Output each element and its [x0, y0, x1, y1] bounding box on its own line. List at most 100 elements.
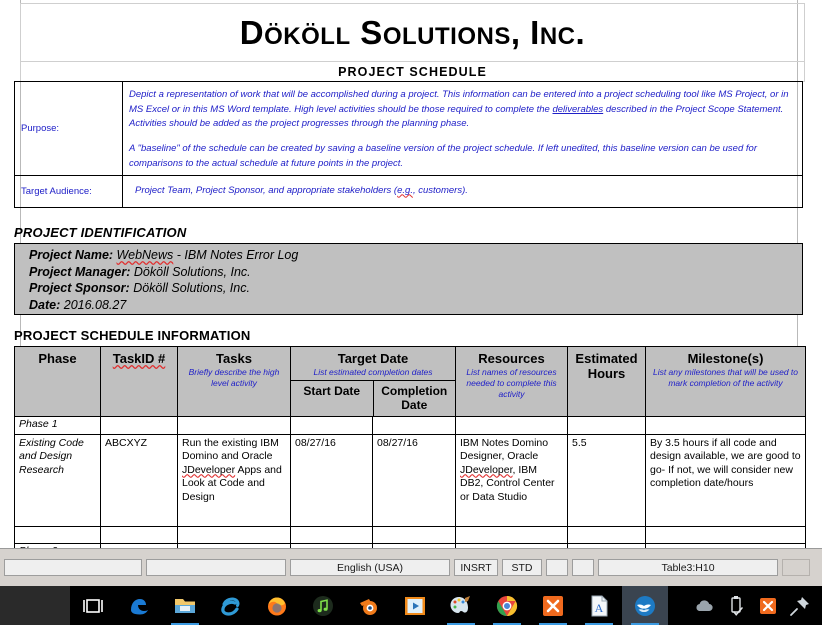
table-row-blank: [14, 525, 806, 544]
audience-part-a: Project Team, Project Sponsor, and appro…: [135, 184, 398, 196]
cell-phase1-tasks[interactable]: [177, 416, 291, 435]
cell-milestones[interactable]: By 3.5 hours if all code and design avai…: [645, 433, 806, 527]
col-title-tasks: Tasks: [216, 351, 252, 366]
play-glyph: [405, 596, 425, 615]
project-schedule-table: Phase TaskID # Tasks Briefly describe th…: [14, 346, 806, 548]
cell-resources-misspelled: JDeveloper: [460, 463, 513, 476]
cell-blank-start-date[interactable]: [290, 525, 373, 544]
openoffice-icon[interactable]: [622, 586, 668, 625]
identification-label-date: Date:: [29, 297, 61, 312]
col-title-completion-date: Completion Date: [381, 384, 448, 412]
col-header-milestones: Milestone(s) List any milestones that wi…: [645, 346, 806, 417]
project-identification-box: Project Name: WebNews - IBM Notes Error …: [14, 243, 803, 315]
status-selection-mode[interactable]: STD: [502, 559, 542, 576]
cell-blank-resources[interactable]: [455, 525, 568, 544]
xampp-icon[interactable]: [530, 586, 576, 625]
cell-taskid[interactable]: ABCXYZ: [100, 433, 178, 527]
identification-value-manager: Dököll Solutions, Inc.: [130, 264, 251, 279]
target-audience-row: Target Audience: Project Team, Project S…: [14, 174, 803, 208]
company-title-cell: DÖKÖLL SOLUTIONS, INC.: [20, 3, 805, 62]
col-header-resources: Resources List names of resources needed…: [455, 346, 568, 417]
cell-tasks-misspelled: JDeveloper: [182, 463, 236, 476]
task-view-icon[interactable]: [70, 586, 116, 625]
cell-completion-date[interactable]: 08/27/16: [372, 433, 456, 527]
table-row-data: Existing Code and Design Research ABCXYZ…: [14, 433, 806, 527]
cell-phase1-hours[interactable]: [567, 416, 646, 435]
xampp-tray-icon[interactable]: [752, 586, 784, 625]
openoffice-gull-glyph: [635, 595, 655, 616]
status-insert-mode[interactable]: INSRT: [454, 559, 498, 576]
internet-explorer-icon[interactable]: [208, 586, 254, 625]
firefox-icon[interactable]: [254, 586, 300, 625]
cell-phase1-milestones[interactable]: [645, 416, 806, 435]
palette-glyph: [450, 595, 470, 613]
font-viewer-icon[interactable]: A: [576, 586, 622, 625]
xampp-glyph: [543, 595, 563, 616]
purpose-text: Depict a representation of work that wil…: [122, 81, 803, 176]
cell-blank-milestones[interactable]: [645, 525, 806, 544]
cell-phase[interactable]: Existing Code and Design Research: [14, 433, 101, 527]
status-signature-indicator[interactable]: [572, 559, 594, 576]
cell-blank-tasks[interactable]: [177, 525, 291, 544]
cell-phase1-resources[interactable]: [455, 416, 568, 435]
microsoft-edge-icon[interactable]: [116, 586, 162, 625]
schedule-header-row: Phase TaskID # Tasks Briefly describe th…: [14, 346, 806, 417]
xampp-tray-glyph: [760, 597, 776, 614]
cell-estimated-hours[interactable]: 5.5: [567, 433, 646, 527]
target-audience-text: Project Team, Project Sponsor, and appro…: [122, 174, 803, 208]
media-player-icon[interactable]: [392, 586, 438, 625]
status-language[interactable]: English (USA): [290, 559, 450, 576]
purpose-paragraph-1: Depict a representation of work that wil…: [129, 88, 796, 132]
identification-row-date: Date: 2016.08.27: [29, 297, 802, 314]
cell-blank-completion-date[interactable]: [372, 525, 456, 544]
chrome-glyph: [496, 595, 518, 616]
status-table-cell[interactable]: Table3:H10: [598, 559, 778, 576]
system-tray: [688, 586, 822, 625]
cell-resources[interactable]: IBM Notes Domino Designer, Oracle JDevel…: [455, 433, 568, 527]
deliverables-link[interactable]: deliverables: [552, 104, 603, 115]
identification-label-name: Project Name:: [29, 248, 114, 262]
blender-glyph: [360, 598, 377, 615]
windows-taskbar: A: [0, 586, 822, 625]
col-title-target-date: Target Date: [337, 351, 409, 366]
taskbar-start-area[interactable]: [0, 586, 70, 625]
firefox-glyph: [268, 597, 286, 615]
document-canvas: DÖKÖLL SOLUTIONS, INC. PROJECT SCHEDULE …: [0, 0, 822, 548]
cell-phase1-taskid[interactable]: [100, 416, 178, 435]
document-header-table: DÖKÖLL SOLUTIONS, INC. PROJECT SCHEDULE: [20, 3, 805, 82]
music-note-glyph: [313, 595, 333, 616]
cell-tasks-part-a: Run the existing IBM Domino and Oracle: [182, 436, 279, 463]
cell-blank-taskid[interactable]: [100, 525, 178, 544]
cloud-icon[interactable]: [688, 586, 720, 625]
pin-icon[interactable]: [784, 586, 816, 625]
google-chrome-icon[interactable]: [484, 586, 530, 625]
music-player-icon[interactable]: [300, 586, 346, 625]
identification-value-name: - IBM Notes Error Log: [173, 248, 299, 262]
cell-blank-hours[interactable]: [567, 525, 646, 544]
status-end-cell[interactable]: [782, 559, 810, 576]
document-a-glyph: A: [591, 595, 608, 616]
project-schedule-information-heading: PROJECT SCHEDULE INFORMATION: [14, 328, 251, 343]
identification-row-manager: Project Manager: Dököll Solutions, Inc.: [29, 264, 802, 281]
col-sub-tasks: Briefly describe the high level activity: [188, 367, 280, 388]
paint-icon[interactable]: [438, 586, 484, 625]
task-view-glyph: [83, 598, 103, 613]
project-schedule-banner: PROJECT SCHEDULE: [20, 61, 805, 82]
cell-start-date[interactable]: 08/27/16: [290, 433, 373, 527]
status-page-style[interactable]: [146, 559, 286, 576]
cell-blank-phase[interactable]: [14, 525, 101, 544]
purpose-row: Purpose: Depict a representation of work…: [14, 81, 803, 176]
status-page-count[interactable]: [4, 559, 142, 576]
blender-icon[interactable]: [346, 586, 392, 625]
cell-phase1-start-date[interactable]: [290, 416, 373, 435]
status-modified-indicator[interactable]: [546, 559, 568, 576]
col-title-estimated-hours: Estimated Hours: [575, 351, 638, 381]
folder-glyph: [175, 598, 195, 613]
cell-phase-1[interactable]: Phase 1: [14, 416, 101, 435]
col-title-milestones: Milestone(s): [687, 351, 764, 366]
file-explorer-icon[interactable]: [162, 586, 208, 625]
identification-value-sponsor: Dököll Solutions, Inc.: [129, 281, 250, 295]
cell-phase1-completion-date[interactable]: [372, 416, 456, 435]
cell-tasks[interactable]: Run the existing IBM Domino and Oracle J…: [177, 433, 291, 527]
usb-safely-remove-icon[interactable]: [720, 586, 752, 625]
